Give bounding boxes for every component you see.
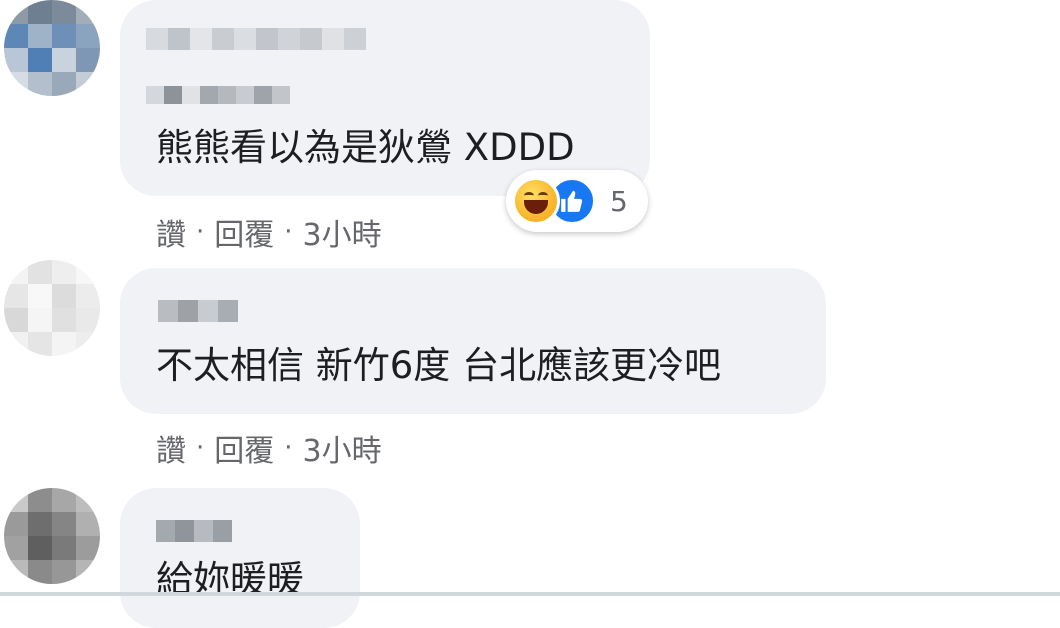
comment-actions: 讚 · 回覆 · 3小時 xyxy=(156,426,382,470)
comment-text: 不太相信 新竹6度 台北應該更冷吧 xyxy=(156,344,722,387)
timestamp-link[interactable]: 3小時 xyxy=(303,426,382,470)
author-name-blurred[interactable] xyxy=(156,520,232,542)
separator: · xyxy=(284,217,293,247)
separator: · xyxy=(196,217,205,247)
avatar[interactable] xyxy=(4,0,100,96)
divider xyxy=(0,592,1060,596)
reactions-summary[interactable]: 5 xyxy=(506,170,648,232)
author-name-blurred[interactable] xyxy=(146,28,366,50)
like-link[interactable]: 讚 xyxy=(156,210,186,254)
avatar[interactable] xyxy=(4,260,100,356)
comment-text: 熊熊看以為是狄鶯 XDDD xyxy=(156,126,575,169)
comment-bubble: 不太相信 新竹6度 台北應該更冷吧 xyxy=(120,268,826,414)
reaction-count: 5 xyxy=(610,184,628,218)
author-name-blurred[interactable] xyxy=(158,300,238,322)
comment-bubble: 熊熊看以為是狄鶯 XDDD xyxy=(120,0,650,196)
separator: · xyxy=(284,433,293,463)
comment-actions: 讚 · 回覆 · 3小時 xyxy=(156,210,382,254)
haha-icon xyxy=(512,177,560,225)
comment-bubble: 給妳暖暖 xyxy=(120,488,360,628)
avatar[interactable] xyxy=(4,488,100,584)
reply-link[interactable]: 回覆 xyxy=(214,426,274,470)
separator: · xyxy=(196,433,205,463)
reply-link[interactable]: 回覆 xyxy=(214,210,274,254)
timestamp-link[interactable]: 3小時 xyxy=(303,210,382,254)
like-link[interactable]: 讚 xyxy=(156,426,186,470)
author-subtitle-blurred xyxy=(146,86,290,104)
